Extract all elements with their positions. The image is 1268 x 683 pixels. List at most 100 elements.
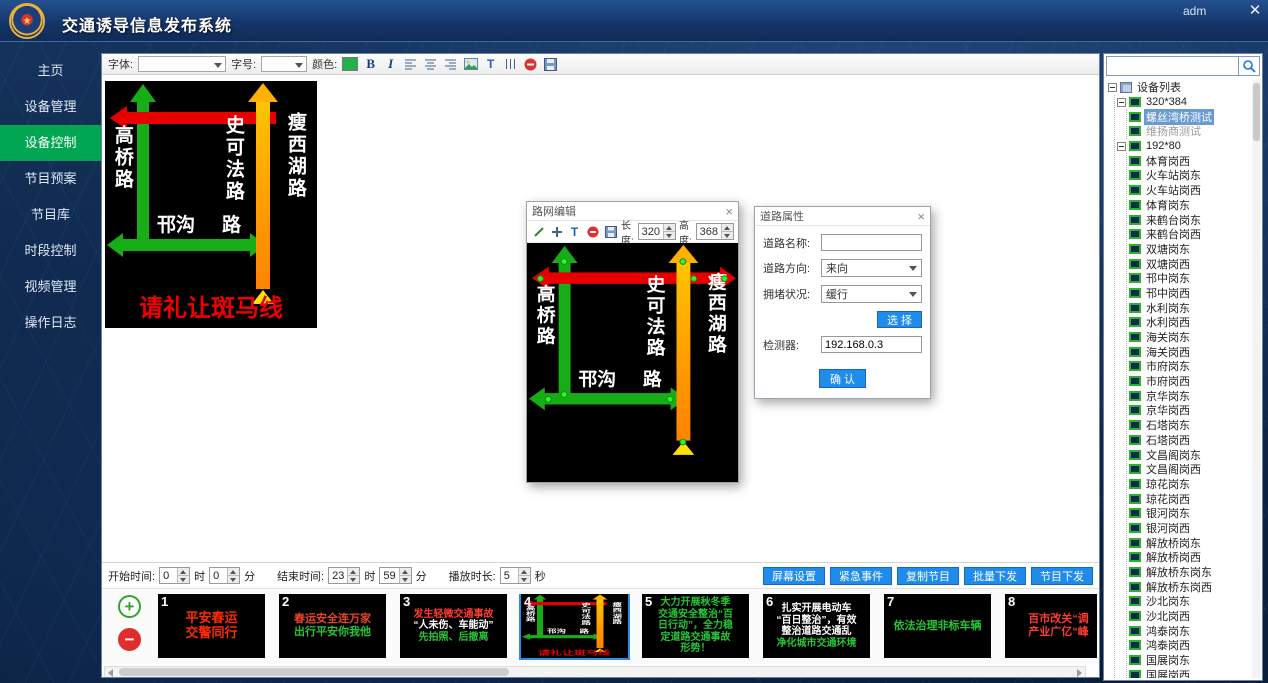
program-thumbnail[interactable]: 8百市改关“调产业广亿“峰: [1005, 594, 1097, 658]
tree-device-item[interactable]: 琼花岗东: [1129, 477, 1251, 492]
tree-device-item[interactable]: 邗中岗西: [1129, 286, 1251, 301]
edit-handle[interactable]: [561, 258, 568, 265]
align-right-icon[interactable]: [443, 56, 458, 72]
font-size-select[interactable]: [261, 56, 307, 72]
sidebar-item-4[interactable]: 节目预案: [0, 161, 101, 197]
tree-device-item[interactable]: 解放桥东岗西: [1129, 579, 1251, 594]
edit-handle[interactable]: [537, 275, 544, 282]
tree-device-item[interactable]: 市府岗西: [1129, 374, 1251, 389]
road-network-canvas[interactable]: 高桥路史可法路瘦西湖路邗沟路: [527, 243, 738, 482]
edit-handle[interactable]: [561, 391, 568, 398]
tree-device-item[interactable]: 解放桥岗东: [1129, 535, 1251, 550]
close-icon[interactable]: ×: [725, 205, 733, 218]
close-icon[interactable]: ×: [917, 210, 925, 223]
emergency-event-button[interactable]: 紧急事件: [830, 567, 892, 585]
tree-device-item[interactable]: 解放桥岗西: [1129, 550, 1251, 565]
spinner-arrows-icon[interactable]: [721, 224, 733, 239]
tree-device-item[interactable]: 双塘岗东: [1129, 242, 1251, 257]
italic-button[interactable]: I: [383, 56, 398, 72]
save-icon[interactable]: [543, 56, 558, 72]
tree-device-item[interactable]: 解放桥东岗东: [1129, 565, 1251, 580]
delete-icon[interactable]: [585, 224, 600, 240]
tree-device-item[interactable]: 银河岗东: [1129, 506, 1251, 521]
start-minute-spinner[interactable]: 0: [209, 567, 240, 584]
add-program-button[interactable]: +: [118, 595, 141, 618]
font-select[interactable]: [138, 56, 226, 72]
expand-toggle-icon[interactable]: [1117, 98, 1126, 107]
sidebar-item-7[interactable]: 视频管理: [0, 269, 101, 305]
sidebar-item-3[interactable]: 设备控制: [0, 125, 101, 161]
horizontal-scrollbar[interactable]: [104, 666, 1086, 678]
search-icon[interactable]: [1239, 56, 1260, 76]
text-tool-icon[interactable]: T: [567, 224, 582, 240]
confirm-button[interactable]: 确 认: [819, 369, 866, 388]
spinner-arrows-icon[interactable]: [227, 568, 239, 583]
edit-handle[interactable]: [721, 275, 728, 282]
vertical-scrollbar[interactable]: [1252, 80, 1261, 678]
road-name-input[interactable]: [821, 234, 922, 251]
scroll-right-icon[interactable]: [1077, 669, 1082, 677]
detector-input[interactable]: [821, 336, 922, 353]
edit-handle[interactable]: [667, 396, 674, 403]
road-direction-select[interactable]: 来向: [821, 259, 922, 277]
tree-device-item[interactable]: 沙北岗西: [1129, 609, 1251, 624]
color-swatch[interactable]: [342, 57, 358, 71]
tree-device-item[interactable]: 京华岗西: [1129, 403, 1251, 418]
tree-device-item[interactable]: 国展岗西: [1129, 668, 1251, 679]
sidebar-item-1[interactable]: 主页: [0, 53, 101, 89]
program-send-button[interactable]: 节目下发: [1031, 567, 1093, 585]
tree-device-item[interactable]: 鸿泰岗西: [1129, 638, 1251, 653]
length-spinner[interactable]: 320: [638, 223, 676, 240]
program-thumbnail[interactable]: 5大力开展秋冬季交通安全整治“百日行动”，全力稳定道路交通事故形势！: [642, 594, 749, 658]
align-left-icon[interactable]: [403, 56, 418, 72]
scroll-left-icon[interactable]: [108, 669, 113, 677]
tree-device-item[interactable]: 双塘岗西: [1129, 256, 1251, 271]
tree-group[interactable]: 192*80: [1117, 139, 1251, 154]
end-hour-spinner[interactable]: 23: [328, 567, 360, 584]
remove-program-button[interactable]: −: [118, 628, 141, 651]
tree-device-item[interactable]: 来鹤台岗东: [1129, 212, 1251, 227]
tree-device-item[interactable]: 螺丝湾桥测试: [1129, 109, 1251, 124]
height-spinner[interactable]: 368: [696, 223, 734, 240]
layout-columns-icon[interactable]: [503, 56, 518, 72]
program-thumbnail[interactable]: 6扎实开展电动车“百日整治”，有效整治道路交通乱净化城市交通环境: [763, 594, 870, 658]
program-thumbnail[interactable]: 4高桥路史可法路瘦西湖路邗沟路请礼让斑马线: [521, 594, 628, 658]
program-thumbnail[interactable]: 2春运安全连万家出行平安你我他: [279, 594, 386, 658]
user-name[interactable]: adm: [1183, 4, 1206, 18]
tree-device-item[interactable]: 海关岗西: [1129, 344, 1251, 359]
program-thumbnail[interactable]: 7依法治理非标车辆: [884, 594, 991, 658]
spinner-arrows-icon[interactable]: [347, 568, 359, 583]
delete-icon[interactable]: [523, 56, 538, 72]
device-search-input[interactable]: [1106, 56, 1239, 76]
tree-device-item[interactable]: 火车站岗东: [1129, 168, 1251, 183]
tree-device-item[interactable]: 邗中岗东: [1129, 271, 1251, 286]
sidebar-item-2[interactable]: 设备管理: [0, 89, 101, 125]
tree-device-item[interactable]: 鸿泰岗东: [1129, 623, 1251, 638]
road-network-diagram[interactable]: 高桥路史可法路瘦西湖路邗沟路: [527, 243, 737, 478]
program-thumbnail[interactable]: 3发生轻微交通事故“人未伤、车能动”先拍照、后撤离: [400, 594, 507, 658]
tree-device-item[interactable]: 京华岗东: [1129, 388, 1251, 403]
image-icon[interactable]: [463, 56, 478, 72]
tree-device-item[interactable]: 琼花岗西: [1129, 491, 1251, 506]
tree-device-item[interactable]: 水利岗西: [1129, 315, 1251, 330]
duration-spinner[interactable]: 5: [500, 567, 531, 584]
tree-device-item[interactable]: 市府岗东: [1129, 359, 1251, 374]
select-detector-button[interactable]: 选 择: [877, 311, 922, 328]
save-icon[interactable]: [603, 224, 618, 240]
scrollbar-thumb[interactable]: [1253, 83, 1260, 141]
close-icon[interactable]: ✕: [1246, 2, 1264, 20]
tree-group[interactable]: 320*384: [1117, 95, 1251, 110]
tree-device-item[interactable]: 维扬商测试: [1129, 124, 1251, 139]
tree-device-item[interactable]: 石塔岗西: [1129, 433, 1251, 448]
tree-device-item[interactable]: 文昌阁岗西: [1129, 462, 1251, 477]
spinner-arrows-icon[interactable]: [518, 568, 530, 583]
tree-device-item[interactable]: 石塔岗东: [1129, 418, 1251, 433]
crosshair-icon[interactable]: [549, 224, 564, 240]
congestion-select[interactable]: 缓行: [821, 285, 922, 303]
batch-send-button[interactable]: 批量下发: [964, 567, 1026, 585]
tree-device-item[interactable]: 银河岗西: [1129, 521, 1251, 536]
edit-handle[interactable]: [679, 258, 686, 265]
tree-device-item[interactable]: 沙北岗东: [1129, 594, 1251, 609]
expand-toggle-icon[interactable]: [1117, 142, 1126, 151]
edit-handle[interactable]: [545, 396, 552, 403]
